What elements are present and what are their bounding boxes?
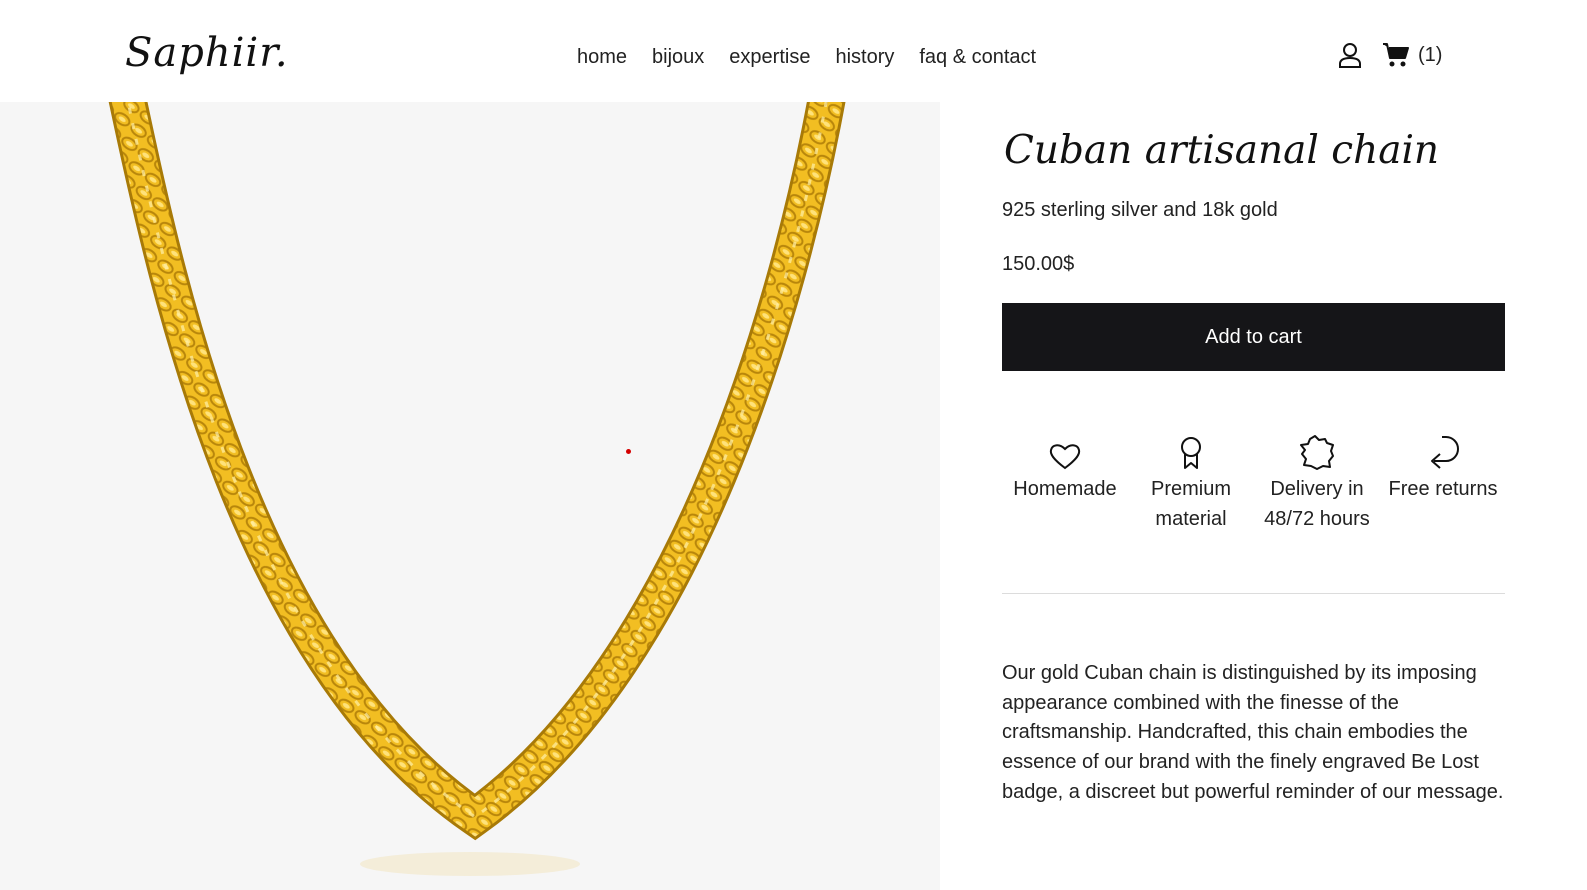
divider: [1002, 593, 1505, 594]
add-to-cart-button[interactable]: Add to cart: [1002, 303, 1505, 371]
product-title: Cuban artisanal chain: [1004, 128, 1440, 173]
scrollbar[interactable]: [1566, 0, 1587, 890]
feature-label: Delivery in 48/72 hours: [1264, 478, 1370, 530]
feature-delivery: Delivery in 48/72 hours: [1254, 434, 1380, 534]
nav-bijoux[interactable]: bijoux: [652, 46, 704, 69]
product-image: [0, 102, 940, 890]
header-actions: (1): [1338, 42, 1442, 68]
feature-label: Free returns: [1388, 478, 1498, 500]
product-description: Our gold Cuban chain is distinguished by…: [1002, 662, 1504, 803]
product-features: Homemade Premium material Delivery in 48…: [1002, 434, 1505, 534]
nav-home[interactable]: home: [577, 46, 627, 69]
feature-free-returns: Free returns: [1380, 434, 1506, 534]
feature-premium-material: Premium material: [1128, 434, 1254, 534]
main-nav: home bijoux expertise history faq & cont…: [577, 46, 1036, 69]
site-header: Saphiir. home bijoux expertise history f…: [0, 0, 1587, 102]
nav-history[interactable]: history: [835, 46, 894, 69]
france-map-icon: [1298, 434, 1336, 470]
heart-icon: [1049, 434, 1081, 470]
feature-homemade: Homemade: [1002, 434, 1128, 534]
nav-faq-contact[interactable]: faq & contact: [919, 46, 1036, 69]
product-price: 150.00$: [1002, 253, 1075, 275]
shopping-cart-icon: [1382, 42, 1410, 68]
return-arrow-icon: [1424, 434, 1462, 470]
user-icon[interactable]: [1338, 42, 1362, 68]
gold-chain-necklace-image: [108, 102, 846, 876]
product-material: 925 sterling silver and 18k gold: [1002, 199, 1278, 221]
feature-label: Premium material: [1150, 478, 1231, 530]
award-ribbon-icon: [1178, 434, 1204, 470]
cart-button[interactable]: (1): [1382, 42, 1442, 68]
site-logo[interactable]: Saphiir.: [125, 30, 289, 76]
cursor-dot: [626, 449, 631, 454]
feature-label: Homemade: [1013, 478, 1117, 500]
nav-expertise[interactable]: expertise: [729, 46, 810, 69]
cart-count: (1): [1418, 43, 1443, 66]
